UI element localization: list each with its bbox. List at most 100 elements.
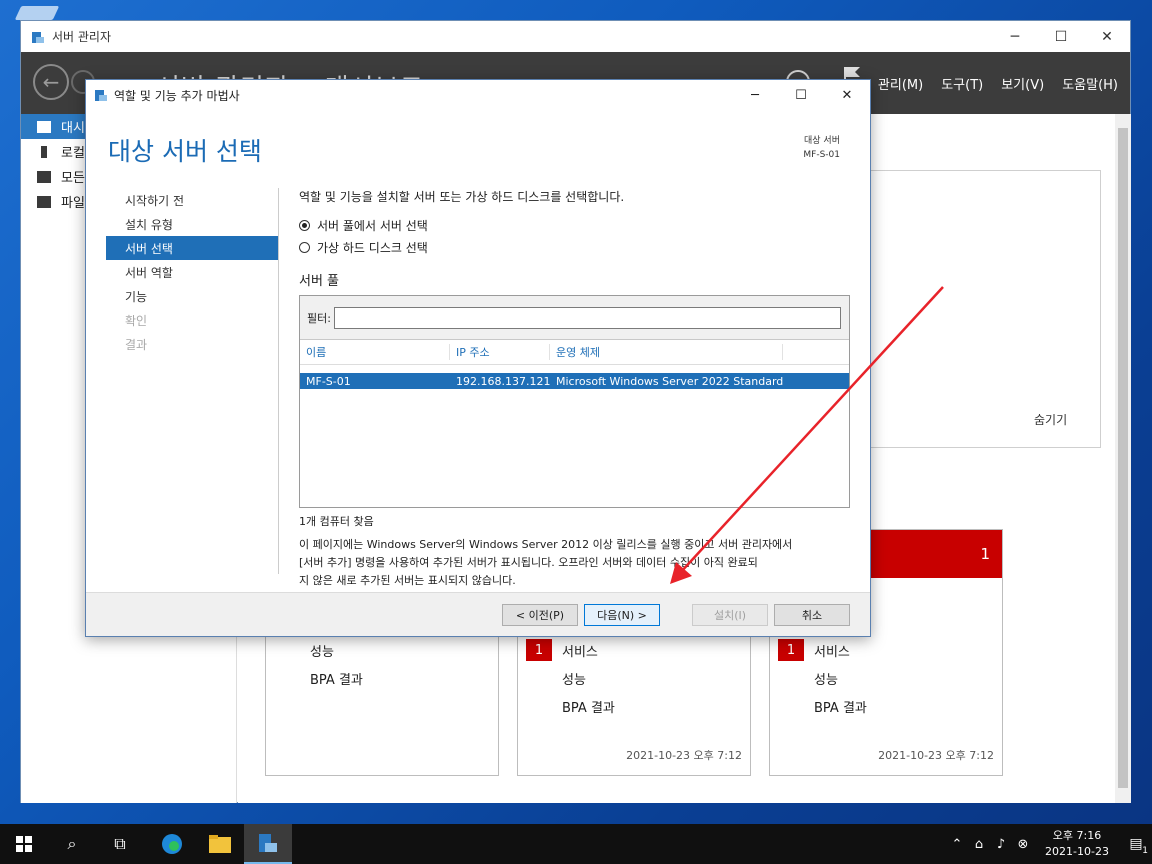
wizard-heading: 대상 서버 선택: [108, 137, 262, 166]
radio-server-pool[interactable]: 서버 풀에서 서버 선택: [299, 217, 851, 234]
radio-button[interactable]: [299, 242, 310, 253]
destination-server-value: MF-S-01: [803, 150, 840, 160]
tile-row-bpa[interactable]: BPA 결과: [770, 692, 1002, 720]
wizard-title: 역할 및 기능 추가 마법사: [114, 88, 240, 103]
column-header-name[interactable]: 이름: [300, 344, 450, 360]
tile-row-performance[interactable]: 성능: [770, 664, 1002, 692]
desktop-recycle-bin-icon[interactable]: [14, 6, 60, 20]
folder-icon: [209, 835, 231, 853]
server-manager-icon: [259, 834, 277, 852]
info-note: 이 페이지에는 Windows Server의 Windows Server 2…: [299, 536, 849, 590]
wizard-description: 역할 및 기능을 설치할 서버 또는 가상 하드 디스크를 선택합니다.: [299, 190, 625, 204]
all-servers-icon: [37, 170, 51, 183]
server-pool-grid: 필터: 이름 IP 주소 운영 체제 MF-S-01 192.168.137.1…: [299, 295, 850, 508]
back-button[interactable]: ←: [33, 64, 69, 100]
install-button: 설치(I): [692, 604, 768, 626]
wizard-content: 역할 및 기능을 설치할 서버 또는 가상 하드 디스크를 선택합니다. 서버 …: [299, 188, 851, 590]
search-button[interactable]: ⌕: [48, 824, 96, 864]
info-note-line: 이 페이지에는 Windows Server의 Windows Server 2…: [299, 538, 793, 551]
dashboard-icon: [37, 120, 51, 133]
wizard-titlebar: 역할 및 기능 추가 마법사 ─ ☐ ✕: [86, 80, 870, 110]
next-button[interactable]: 다음(N) >: [584, 604, 660, 626]
found-count: 1개 컴퓨터 찾음: [299, 515, 374, 528]
step-features[interactable]: 기능: [106, 284, 278, 308]
vertical-scrollbar[interactable]: [1115, 114, 1131, 803]
step-server-selection[interactable]: 서버 선택: [106, 236, 278, 260]
tile-row-services[interactable]: 1 서비스: [770, 636, 1002, 664]
close-button[interactable]: ✕: [1084, 21, 1130, 52]
taskbar: ⌕ ⧉ ⌃ ⌂ ♪ ⊗ 오후 7:16 2021-10-23 ▤ 1: [0, 824, 1152, 864]
system-tray: ⌃ ⌂ ♪ ⊗ 오후 7:16 2021-10-23 ▤ 1: [946, 824, 1152, 864]
column-header-os[interactable]: 운영 체제: [550, 344, 783, 360]
clock-date: 2021-10-23: [1045, 845, 1109, 858]
search-icon: ⌕: [67, 834, 77, 853]
tile-row-performance[interactable]: 성능: [518, 664, 750, 692]
radio-button[interactable]: [299, 220, 310, 231]
add-roles-wizard-dialog: 역할 및 기능 추가 마법사 ─ ☐ ✕ 대상 서버 선택 대상 서버 MF-S…: [85, 79, 871, 637]
wizard-close-button[interactable]: ✕: [824, 80, 870, 110]
radio-label: 서버 풀에서 서버 선택: [317, 219, 428, 233]
notification-center[interactable]: ▤ 1: [1120, 836, 1152, 856]
clock-time: 오후 7:16: [1052, 829, 1102, 842]
cell-os: Microsoft Windows Server 2022 Standard: [556, 374, 784, 388]
network-icon[interactable]: ⌂: [968, 837, 990, 852]
tile-header-count: 1: [980, 545, 990, 563]
alert-count-badge: 1: [778, 639, 804, 661]
column-header-ip[interactable]: IP 주소: [450, 344, 550, 360]
tile-row-services[interactable]: 1 서비스: [518, 636, 750, 664]
menu-tools[interactable]: 도구(T): [941, 74, 983, 93]
wizard-app-icon: [95, 90, 107, 101]
file-storage-icon: [37, 195, 51, 208]
cancel-button[interactable]: 취소: [774, 604, 850, 626]
taskbar-edge[interactable]: [148, 824, 196, 864]
step-results: 결과: [125, 337, 148, 352]
server-manager-app-icon: [32, 31, 44, 43]
wizard-maximize-button[interactable]: ☐: [778, 80, 824, 110]
chevron-up-icon[interactable]: ⌃: [946, 837, 968, 852]
radio-virtual-disk[interactable]: 가상 하드 디스크 선택: [299, 239, 851, 256]
server-pool-label: 서버 풀: [299, 274, 340, 289]
edge-icon: [162, 834, 182, 854]
menu-manage[interactable]: 관리(M): [878, 74, 923, 93]
task-view-button[interactable]: ⧉: [96, 824, 144, 864]
tile-row-bpa[interactable]: BPA 결과: [518, 692, 750, 720]
tile-timestamp: 2021-10-23 오후 7:12: [626, 749, 742, 762]
step-before-you-begin[interactable]: 시작하기 전: [106, 188, 278, 212]
clock[interactable]: 오후 7:16 2021-10-23: [1034, 828, 1120, 860]
menu-bar: 관리(M) 도구(T) 보기(V) 도움말(H): [860, 52, 1118, 114]
menu-help[interactable]: 도움말(H): [1062, 74, 1118, 93]
server-manager-titlebar: 서버 관리자 ─ ☐ ✕: [21, 21, 1130, 52]
server-manager-title: 서버 관리자: [52, 30, 112, 44]
hide-link[interactable]: 숨기기: [1034, 411, 1067, 428]
volume-muted-icon[interactable]: ♪: [990, 837, 1012, 852]
step-server-roles[interactable]: 서버 역할: [106, 260, 278, 284]
grid-header: 이름 IP 주소 운영 체제: [300, 340, 849, 365]
notification-icon: ▤: [1129, 836, 1143, 852]
windows-logo-icon: [16, 836, 32, 852]
cell-name: MF-S-01: [306, 374, 351, 388]
maximize-button[interactable]: ☐: [1038, 21, 1084, 52]
table-row[interactable]: MF-S-01 192.168.137.121 Microsoft Window…: [300, 373, 849, 389]
step-installation-type[interactable]: 설치 유형: [106, 212, 278, 236]
taskbar-file-explorer[interactable]: [196, 824, 244, 864]
error-icon[interactable]: ⊗: [1012, 837, 1034, 852]
menu-view[interactable]: 보기(V): [1001, 74, 1044, 93]
start-button[interactable]: [0, 824, 48, 864]
taskbar-server-manager[interactable]: [244, 824, 292, 864]
alert-count-badge: 1: [526, 639, 552, 661]
minimize-button[interactable]: ─: [992, 21, 1038, 52]
filter-input[interactable]: [333, 306, 841, 329]
tile-row-performance[interactable]: 성능: [266, 636, 498, 664]
wizard-divider: [278, 188, 279, 574]
tile-row-bpa[interactable]: BPA 결과: [266, 664, 498, 692]
destination-server: 대상 서버 MF-S-01: [803, 134, 840, 162]
previous-button[interactable]: < 이전(P): [502, 604, 578, 626]
info-note-line: 지 않은 새로 추가된 서버는 표시되지 않습니다.: [299, 574, 516, 587]
scrollbar-thumb[interactable]: [1118, 128, 1128, 788]
wizard-steps: 시작하기 전 설치 유형 서버 선택 서버 역할 기능 확인 결과: [106, 188, 278, 356]
wizard-minimize-button[interactable]: ─: [732, 80, 778, 110]
step-confirmation: 확인: [125, 313, 148, 328]
info-note-line: [서버 추가] 명령을 사용하여 추가된 서버가 표시됩니다. 오프라인 서버와…: [299, 556, 758, 569]
destination-server-label: 대상 서버: [804, 136, 840, 146]
tile-timestamp: 2021-10-23 오후 7:12: [878, 749, 994, 762]
